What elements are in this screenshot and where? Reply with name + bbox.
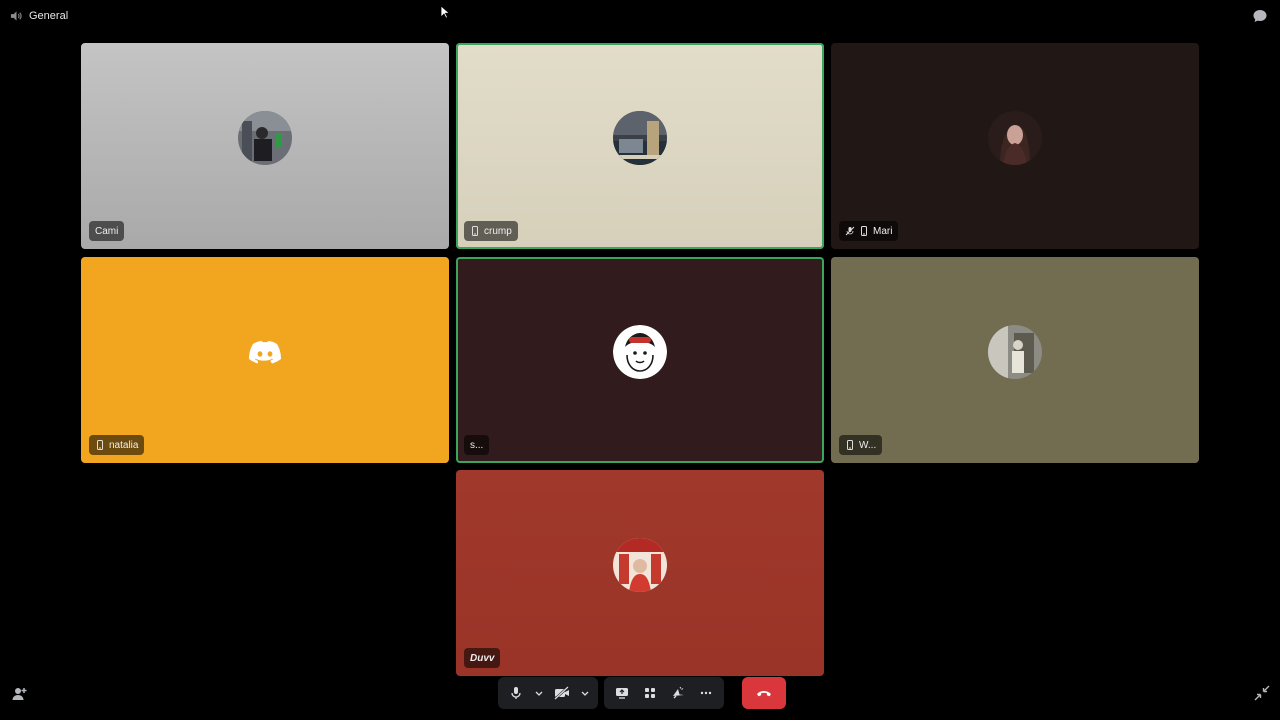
- participant-name: Duvv: [470, 652, 495, 664]
- add-person-icon: [12, 688, 27, 700]
- more-options-button[interactable]: [694, 681, 718, 705]
- screen-share-button[interactable]: [610, 681, 634, 705]
- screen-share-icon: [616, 688, 628, 699]
- avatar: [613, 325, 667, 379]
- nameplate: Mari: [839, 221, 899, 241]
- nameplate: natalia: [89, 435, 145, 455]
- avatar-default-discord: [238, 325, 292, 379]
- soundboard-button[interactable]: [666, 681, 690, 705]
- camera-toggle-button[interactable]: [550, 681, 574, 705]
- phone-hangup-icon: [757, 691, 771, 697]
- mic-group: [498, 677, 598, 709]
- channel-header: General: [10, 8, 68, 24]
- participant-tile-crump[interactable]: crump: [456, 43, 824, 249]
- soundboard-icon: [673, 686, 684, 699]
- actions-group: [604, 677, 724, 709]
- fullscreen-toggle-button[interactable]: [1254, 685, 1270, 701]
- participant-name: Cami: [95, 225, 119, 237]
- chevron-down-icon: [581, 691, 589, 696]
- mic-toggle-button[interactable]: [504, 681, 528, 705]
- camera-options-button[interactable]: [578, 681, 592, 705]
- mouse-cursor-icon: [440, 5, 450, 19]
- collapse-arrows-icon: [1254, 685, 1270, 701]
- chat-bubble-icon: [1253, 10, 1267, 22]
- avatar: [238, 111, 292, 165]
- speaker-icon: [10, 11, 22, 21]
- participant-tile-cami[interactable]: Cami: [81, 43, 449, 249]
- nameplate: Duvv: [464, 648, 501, 668]
- avatar: [988, 111, 1042, 165]
- mobile-phone-icon: [97, 440, 103, 450]
- participant-tile-s[interactable]: s...: [456, 257, 824, 463]
- channel-name: General: [29, 10, 69, 22]
- activities-button[interactable]: [638, 681, 662, 705]
- mobile-phone-icon: [472, 226, 478, 236]
- participant-name: Mari: [873, 225, 893, 237]
- nameplate: s...: [464, 435, 490, 455]
- camera-off-icon: [554, 686, 569, 700]
- participant-tile-mari[interactable]: Mari: [831, 43, 1199, 249]
- invite-button[interactable]: [10, 685, 28, 703]
- avatar: [613, 111, 667, 165]
- mic-muted-icon: [845, 226, 855, 236]
- avatar: [613, 538, 667, 592]
- participant-tile-natalia[interactable]: natalia: [81, 257, 449, 463]
- nameplate: Cami: [89, 221, 125, 241]
- participant-name: natalia: [109, 439, 139, 451]
- mobile-phone-icon: [847, 440, 853, 450]
- chevron-down-icon: [535, 691, 543, 696]
- participant-tile-w[interactable]: W...: [831, 257, 1199, 463]
- participant-name: s...: [470, 439, 484, 451]
- nameplate: crump: [464, 221, 518, 241]
- call-controls: [498, 677, 786, 709]
- disconnect-button[interactable]: [742, 677, 786, 709]
- microphone-icon: [511, 687, 521, 699]
- participant-name: crump: [484, 225, 512, 237]
- activities-icon: [645, 688, 655, 698]
- mic-options-button[interactable]: [532, 681, 546, 705]
- mobile-phone-icon: [861, 226, 867, 236]
- discord-logo-icon: [249, 341, 281, 364]
- more-icon: [700, 691, 712, 695]
- chat-button[interactable]: [1252, 8, 1268, 24]
- participant-name: W...: [859, 439, 877, 451]
- participant-tile-duvv[interactable]: Duvv: [456, 470, 824, 676]
- avatar: [988, 325, 1042, 379]
- nameplate: W...: [839, 435, 883, 455]
